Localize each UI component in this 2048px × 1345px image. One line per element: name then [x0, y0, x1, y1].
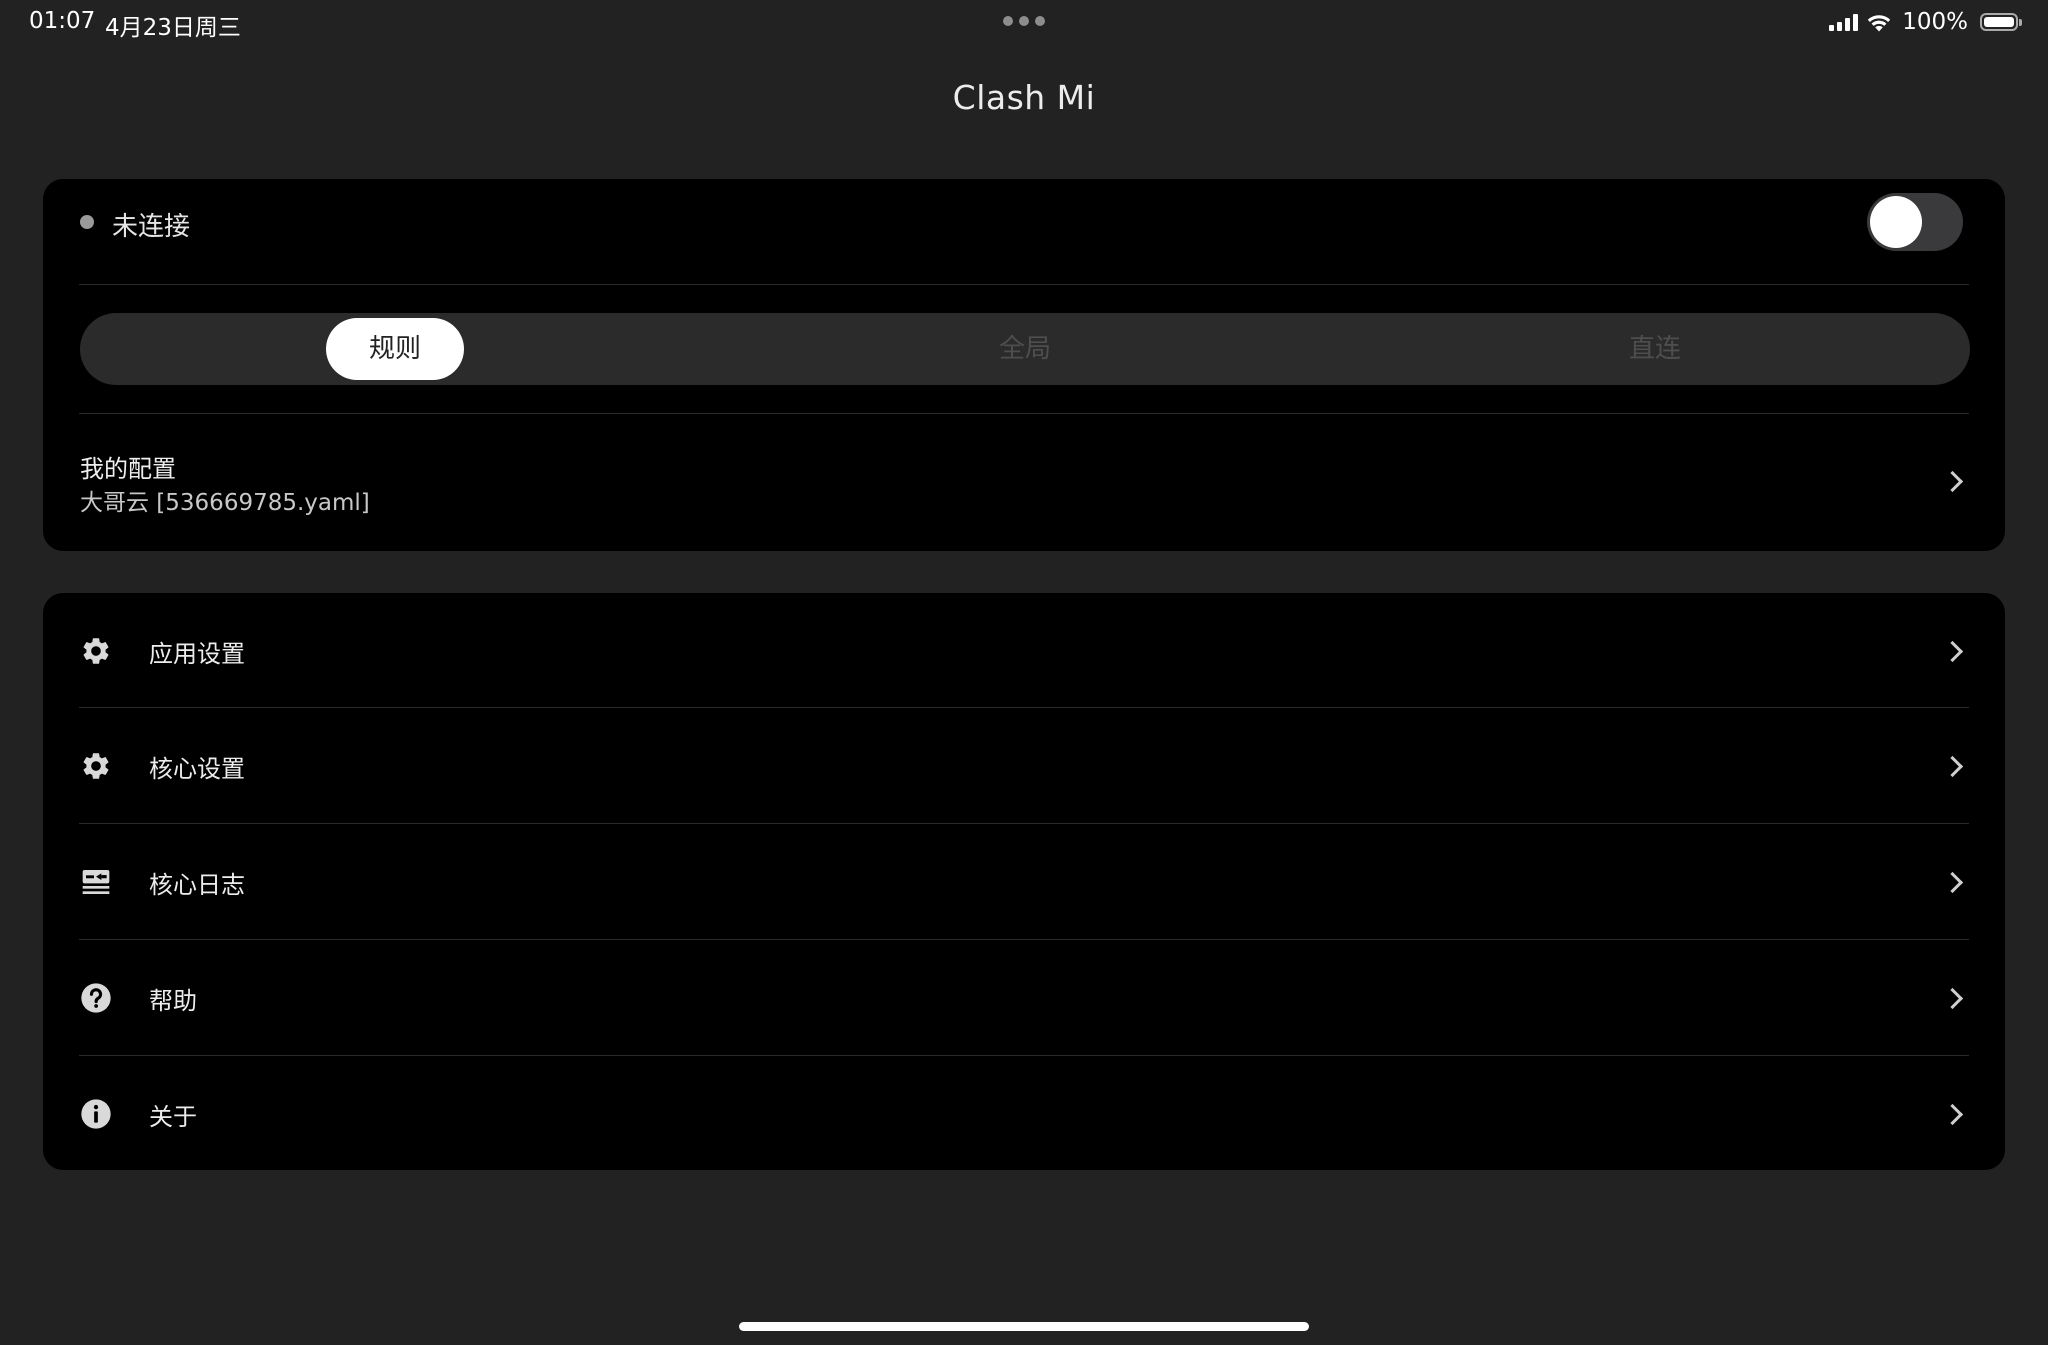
connection-card: 未连接 规则 全局 直连 我的配置 大哥云 [536669785.yaml]: [43, 179, 2005, 551]
menu-item-help[interactable]: 帮助: [43, 940, 2005, 1055]
gear-icon: [80, 750, 112, 782]
toggle-knob: [1870, 196, 1922, 248]
status-bar: 01:07 4月23日周三 100%: [0, 0, 2048, 44]
connection-status-dot-icon: [80, 215, 94, 229]
multitasking-dots-icon[interactable]: [1003, 16, 1045, 26]
config-subtitle: 大哥云 [536669785.yaml]: [80, 490, 370, 516]
menu-item-label: 核心日志: [149, 871, 245, 899]
status-time: 01:07: [29, 8, 96, 34]
help-icon: [80, 982, 112, 1014]
menu-card: 应用设置 核心设置 核心日志 帮助 关于: [43, 593, 2005, 1170]
mode-direct-tab[interactable]: 直连: [1340, 313, 1970, 385]
menu-item-label: 关于: [149, 1103, 197, 1131]
chevron-right-icon: [1941, 987, 1964, 1010]
log-icon: [80, 866, 112, 898]
chevron-right-icon: [1941, 871, 1964, 894]
menu-item-label: 应用设置: [149, 640, 245, 668]
mode-rule-tab[interactable]: 规则: [326, 318, 464, 380]
cellular-signal-icon: [1829, 13, 1859, 31]
menu-item-label: 核心设置: [149, 755, 245, 783]
chevron-right-icon: [1941, 1103, 1964, 1126]
home-indicator[interactable]: [739, 1322, 1309, 1331]
menu-item-app-settings[interactable]: 应用设置: [43, 593, 2005, 708]
menu-item-core-settings[interactable]: 核心设置: [43, 708, 2005, 823]
chevron-right-icon: [1941, 470, 1964, 493]
connection-row: 未连接: [43, 179, 2005, 285]
screen: 01:07 4月23日周三 100% Clash Mi 未连接 规则 全局 直连…: [0, 0, 2048, 1345]
wifi-icon: [1868, 14, 1891, 31]
connection-toggle[interactable]: [1867, 193, 1963, 251]
divider: [79, 284, 1969, 285]
battery-icon: [1980, 13, 2022, 31]
gear-icon: [80, 635, 112, 667]
menu-item-label: 帮助: [149, 987, 197, 1015]
config-title: 我的配置: [80, 455, 176, 483]
info-icon: [80, 1098, 112, 1130]
mode-global-tab[interactable]: 全局: [710, 313, 1340, 385]
menu-item-about[interactable]: 关于: [43, 1056, 2005, 1171]
menu-item-core-log[interactable]: 核心日志: [43, 824, 2005, 939]
config-row[interactable]: 我的配置 大哥云 [536669785.yaml]: [43, 413, 2005, 551]
battery-percentage: 100%: [1902, 9, 1968, 35]
connection-status-label: 未连接: [112, 212, 191, 242]
page-title: Clash Mi: [952, 78, 1096, 117]
mode-segmented-control: 规则 全局 直连: [80, 313, 1970, 385]
status-right: 100%: [1829, 8, 2022, 36]
chevron-right-icon: [1941, 755, 1964, 778]
chevron-right-icon: [1941, 640, 1964, 663]
status-date: 4月23日周三: [105, 15, 241, 41]
